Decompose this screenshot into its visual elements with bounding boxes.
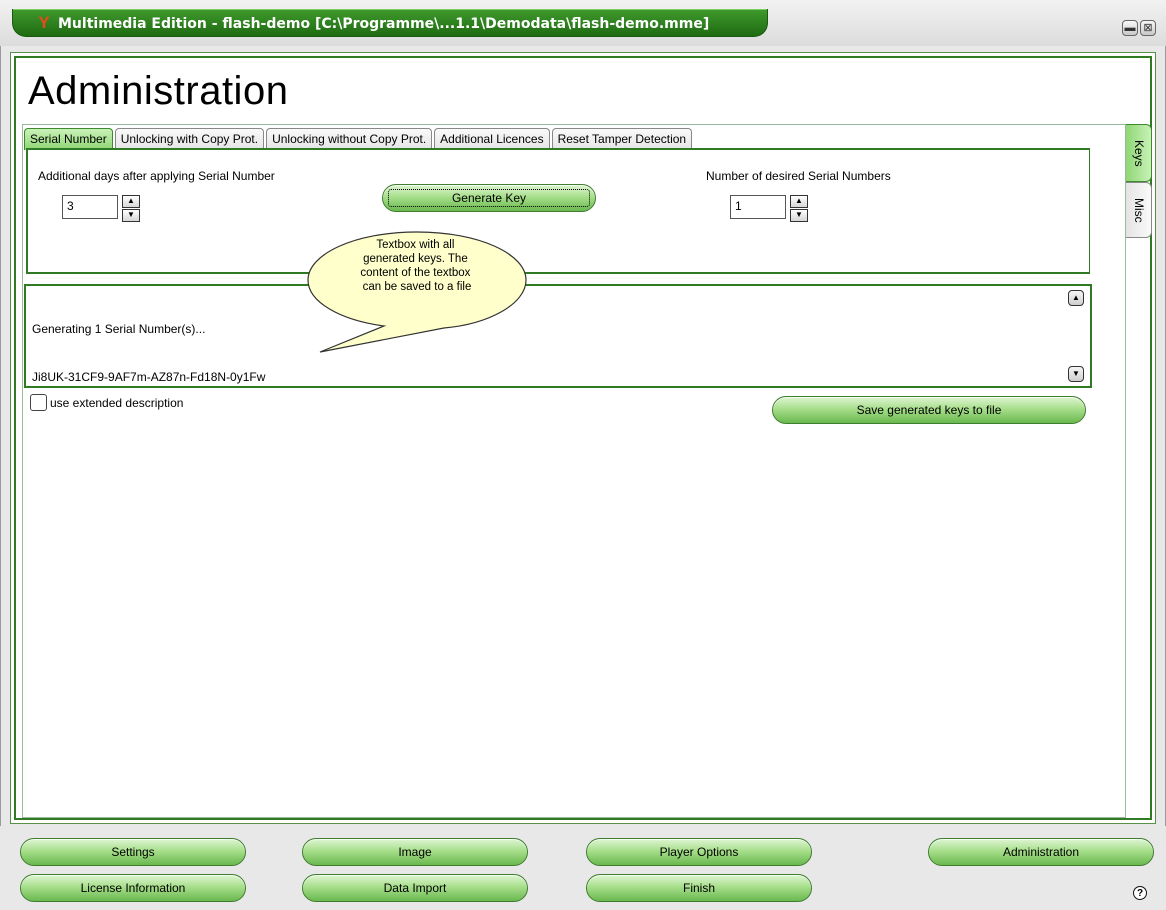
extended-description-label: use extended description <box>50 396 184 410</box>
tab-strip: Serial Number Unlocking with Copy Prot. … <box>24 128 693 150</box>
callout-line-3: content of the textbox <box>360 267 470 279</box>
days-stepper: ▲ ▼ <box>122 195 140 222</box>
spin-down-icon[interactable]: ▼ <box>122 209 140 222</box>
tab-additional-licences[interactable]: Additional Licences <box>434 128 550 150</box>
scroll-up-icon[interactable]: ▲ <box>1068 290 1084 306</box>
save-keys-button[interactable]: Save generated keys to file <box>772 396 1086 424</box>
focus-rectangle <box>388 189 590 207</box>
side-tab-misc[interactable]: Misc <box>1126 182 1152 238</box>
spin-up-icon[interactable]: ▲ <box>790 195 808 208</box>
page-title: Administration <box>28 69 289 113</box>
close-icon[interactable]: ⊠ <box>1140 20 1156 36</box>
days-label: Additional days after applying Serial Nu… <box>38 169 275 183</box>
scroll-down-icon[interactable]: ▼ <box>1068 366 1084 382</box>
status-line: Generating 1 Serial Number(s)... <box>32 322 206 336</box>
count-stepper: ▲ ▼ <box>790 195 808 222</box>
nav-administration-button[interactable]: Administration <box>928 838 1154 866</box>
window-title: Multimedia Edition - flash-demo [C:\Prog… <box>58 16 710 32</box>
spin-up-icon[interactable]: ▲ <box>122 195 140 208</box>
side-tab-keys[interactable]: Keys <box>1126 124 1152 182</box>
generate-key-button[interactable]: Generate Key <box>382 184 596 212</box>
minimize-icon[interactable]: ▬ <box>1122 20 1138 36</box>
nav-image-button[interactable]: Image <box>302 838 528 866</box>
help-icon[interactable]: ? <box>1133 886 1147 900</box>
serial-key-line: Ji8UK-31CF9-9AF7m-AZ87n-Fd18N-0y1Fw <box>32 370 266 384</box>
callout-line-2: generated keys. The <box>363 253 468 265</box>
tab-unlocking-with-copy-prot[interactable]: Unlocking with Copy Prot. <box>114 128 265 150</box>
nav-finish-button[interactable]: Finish <box>586 874 812 902</box>
app-logo-icon: Y <box>38 13 50 32</box>
nav-player-options-button[interactable]: Player Options <box>586 838 812 866</box>
callout-bubble: Textbox with all generated keys. The con… <box>307 231 527 353</box>
nav-license-information-button[interactable]: License Information <box>20 874 246 902</box>
callout-line-4: can be saved to a file <box>363 281 472 293</box>
count-label: Number of desired Serial Numbers <box>706 169 891 183</box>
count-input[interactable]: 1 <box>730 195 786 219</box>
tab-unlocking-without-copy-prot[interactable]: Unlocking without Copy Prot. <box>266 128 433 150</box>
extended-description-checkbox[interactable] <box>30 394 47 411</box>
nav-data-import-button[interactable]: Data Import <box>302 874 528 902</box>
callout-line-1: Textbox with all <box>376 239 454 251</box>
days-input[interactable]: 3 <box>62 195 118 219</box>
generated-keys-text: Generating 1 Serial Number(s)... Ji8UK-3… <box>32 289 265 401</box>
tab-serial-number[interactable]: Serial Number <box>24 128 113 150</box>
nav-settings-button[interactable]: Settings <box>20 838 246 866</box>
tab-reset-tamper-detection[interactable]: Reset Tamper Detection <box>551 128 693 150</box>
spin-down-icon[interactable]: ▼ <box>790 209 808 222</box>
